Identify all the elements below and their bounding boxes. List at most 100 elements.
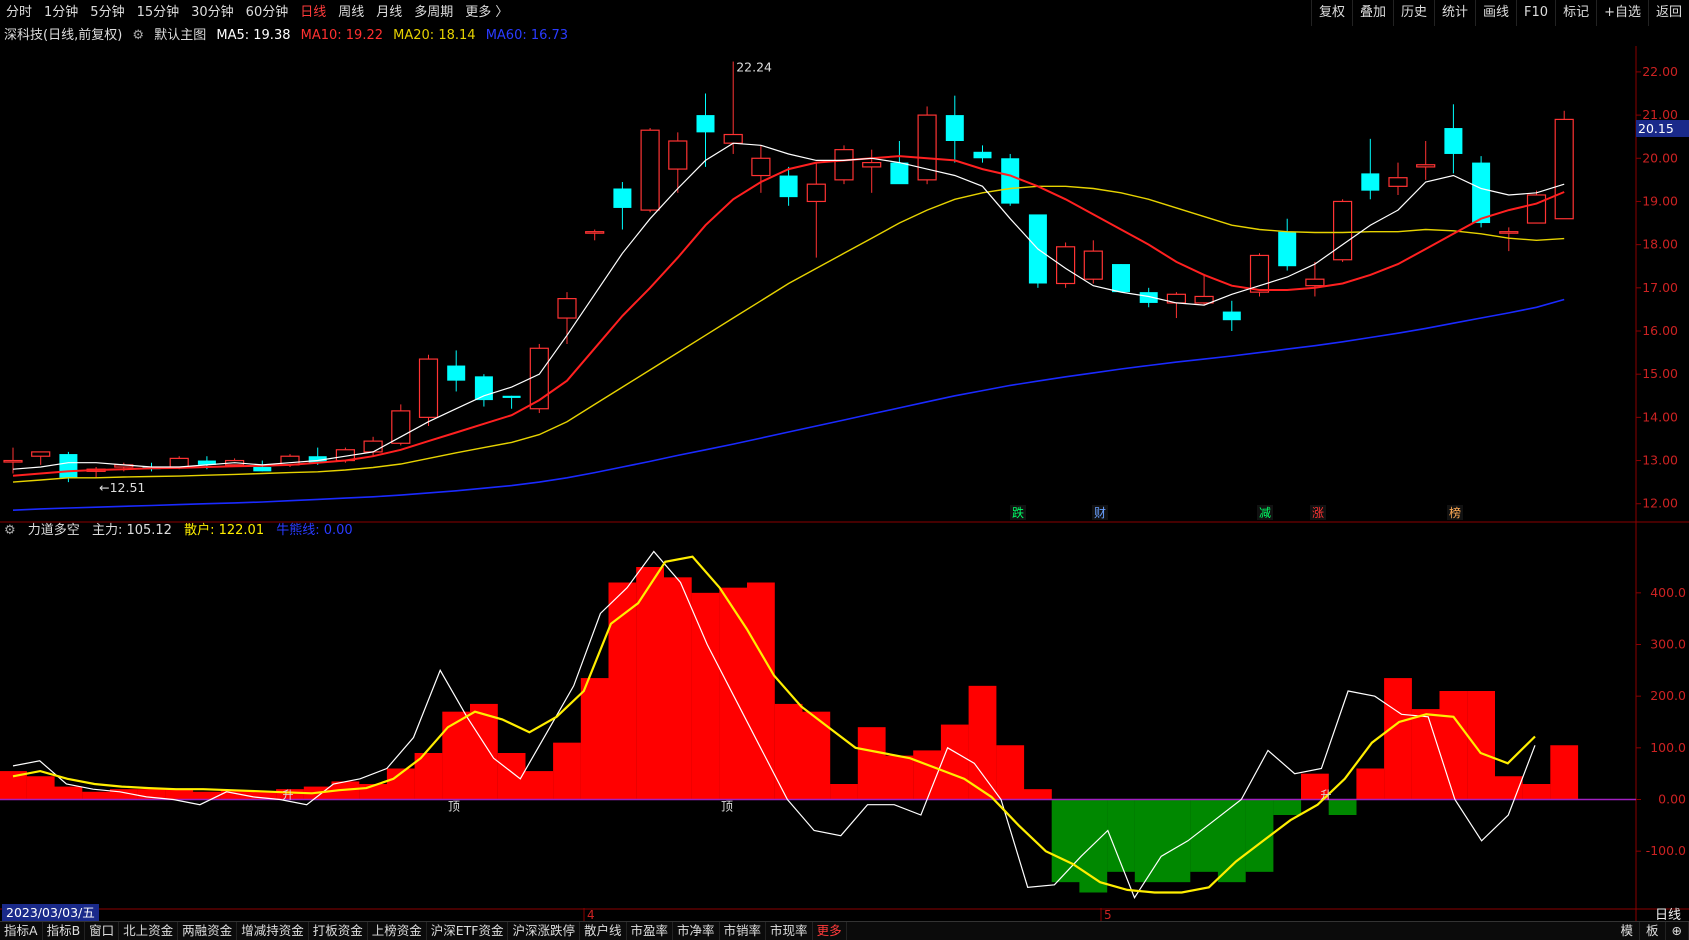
niuxiong-label: 牛熊线: 0.00 [276, 523, 353, 538]
indicator-tab-5[interactable]: 增减持资金 [237, 922, 309, 940]
price-tick-label: 12.00 [1642, 496, 1678, 511]
price-tick-label: 15.00 [1642, 366, 1678, 381]
candlestick-chart[interactable]: 22.0021.0020.0019.0018.0017.0016.0015.00… [0, 46, 1689, 921]
period-tab-8[interactable]: 月线 [370, 0, 408, 26]
indicator-bar [1550, 745, 1579, 800]
main-chart-label[interactable]: 默认主图 [154, 28, 206, 43]
indicator-bar [1162, 799, 1191, 883]
candle-body-down [973, 151, 992, 159]
price-tick-label: 17.00 [1642, 280, 1678, 295]
candle-body-down [945, 115, 964, 141]
indicator-tab-4[interactable]: 两融资金 [178, 922, 238, 940]
indicator-name[interactable]: 力道多空 [28, 523, 80, 538]
indicator-tab-12[interactable]: 市净率 [673, 922, 720, 940]
sub-tick-label: 300.0 [1650, 637, 1686, 652]
indicator-tab-0[interactable]: 指标A [0, 922, 43, 940]
ma5-label: MA5: 19.38 [216, 28, 291, 43]
bottom-tool-0[interactable]: 模 [1614, 922, 1640, 940]
indicator-tab-7[interactable]: 上榜资金 [368, 922, 427, 940]
candle-body-up [1554, 118, 1574, 220]
period-tab-7[interactable]: 周线 [332, 0, 370, 26]
indicator-tab-3[interactable]: 北上资金 [119, 922, 179, 940]
toolbar-button-8[interactable]: 返回 [1647, 0, 1689, 26]
sub-tick-label: 100.0 [1650, 740, 1686, 755]
candle-body-down [1278, 231, 1297, 267]
high-annotation: 22.24 [736, 60, 772, 75]
indicator-tab-15[interactable]: 更多 [813, 922, 847, 940]
sub-gear-icon[interactable]: ⚙ [4, 523, 16, 538]
indicator-bar [996, 745, 1025, 800]
price-tick-label: 19.00 [1642, 193, 1678, 208]
indicator-tab-14[interactable]: 市现率 [766, 922, 813, 940]
candle-body-up [363, 440, 383, 453]
toolbar-button-0[interactable]: 复权 [1310, 0, 1352, 26]
indicator-tab-11[interactable]: 市盈率 [627, 922, 674, 940]
price-tick-label: 18.00 [1642, 237, 1678, 252]
ma60-label: MA60: 16.73 [485, 28, 569, 43]
zhuli-label: 主力: 105.12 [91, 523, 172, 538]
indicator-tab-10[interactable]: 散户线 [580, 922, 627, 940]
ma10-label: MA10: 19.22 [300, 28, 384, 43]
event-label: 涨 [1312, 505, 1324, 520]
candle-body-up [1083, 250, 1103, 280]
period-toolbar: 分时 1分钟 5分钟 15分钟 30分钟 60分钟 日线 周线 月线 多周期 更多 〉 复权 叠加 历史… [0, 0, 1689, 26]
price-tick-label: 16.00 [1642, 323, 1678, 338]
period-tab-5[interactable]: 60分钟 [240, 0, 295, 26]
indicator-tab-6[interactable]: 打板资金 [309, 922, 368, 940]
indicator-bar [580, 678, 609, 800]
indicator-tab-bar: 指标A 指标B 窗口 北上资金 两融资金 增减持资金 打板资金 上榜资金 沪深ETF资金 沪深涨跌… [0, 921, 1689, 940]
candle-body-down [253, 467, 272, 472]
toolbar-button-6[interactable]: 标记 [1555, 0, 1596, 26]
candle-body-up [1499, 231, 1519, 234]
cursor-date: 2023/03/03/五 [2, 904, 99, 921]
period-tab-0[interactable]: 分时 [0, 0, 38, 26]
candle-body-up [557, 298, 577, 319]
candle-body-up [1194, 295, 1214, 304]
indicator-tab-1[interactable]: 指标B [43, 922, 86, 940]
period-tab-10[interactable]: 更多 〉 [459, 0, 514, 26]
candle-body-up [169, 457, 189, 468]
candle-body-down [474, 376, 493, 401]
stock-name[interactable]: 深科技(日线,前复权) [4, 28, 122, 43]
indicator-tab-8[interactable]: 沪深ETF资金 [427, 922, 509, 940]
toolbar-button-2[interactable]: 历史 [1392, 0, 1434, 26]
period-tab-2[interactable]: 5分钟 [84, 0, 130, 26]
indicator-bar [663, 577, 692, 800]
indicator-bar [470, 703, 498, 800]
indicator-bar [968, 685, 997, 800]
candle-body-down [696, 115, 715, 133]
candle-body-down [779, 175, 798, 198]
sub-tick-label: 0.00 [1658, 792, 1686, 807]
indicator-bar [54, 786, 83, 800]
current-price-tag: 20.15 [1636, 120, 1689, 137]
indicator-tab-9[interactable]: 沪深涨跌停 [508, 922, 580, 940]
indicator-bar [1107, 799, 1135, 872]
indicator-bar [193, 791, 221, 800]
period-tab-6[interactable]: 日线 [294, 0, 332, 26]
toolbar-button-7[interactable]: +自选 [1596, 0, 1648, 26]
main-chart-info: 深科技(日线,前复权) ⚙ 默认主图 MA5: 19.38 MA10: 19.2… [4, 26, 574, 46]
indicator-tab-2[interactable]: 窗口 [85, 922, 120, 940]
gear-icon[interactable]: ⚙ [132, 28, 144, 43]
bottom-tool-2[interactable]: ⊕ [1666, 922, 1689, 940]
indicator-tab-13[interactable]: 市销率 [720, 922, 767, 940]
candle-body-up [1526, 194, 1547, 224]
bottom-tool-1[interactable]: 板 [1640, 922, 1666, 940]
period-tab-3[interactable]: 15分钟 [131, 0, 186, 26]
toolbar-button-1[interactable]: 叠加 [1351, 0, 1393, 26]
top-signal: 顶 [721, 800, 733, 814]
toolbar-button-3[interactable]: 统计 [1434, 0, 1475, 26]
period-tab-4[interactable]: 30分钟 [185, 0, 240, 26]
toolbar-button-5[interactable]: F10 [1516, 0, 1555, 26]
candle-body-up [1305, 278, 1325, 287]
period-tab-1[interactable]: 1分钟 [38, 0, 84, 26]
candle-body-up [1416, 164, 1436, 168]
indicator-bar [940, 724, 969, 800]
candle-body-up [391, 410, 411, 444]
indicator-bar [1051, 799, 1080, 883]
toolbar-button-4[interactable]: 画线 [1475, 0, 1516, 26]
indicator-bar [165, 789, 194, 800]
candle-body-down [1361, 173, 1380, 191]
period-tab-9[interactable]: 多周期 [408, 0, 459, 26]
candle-body-up [723, 133, 743, 144]
